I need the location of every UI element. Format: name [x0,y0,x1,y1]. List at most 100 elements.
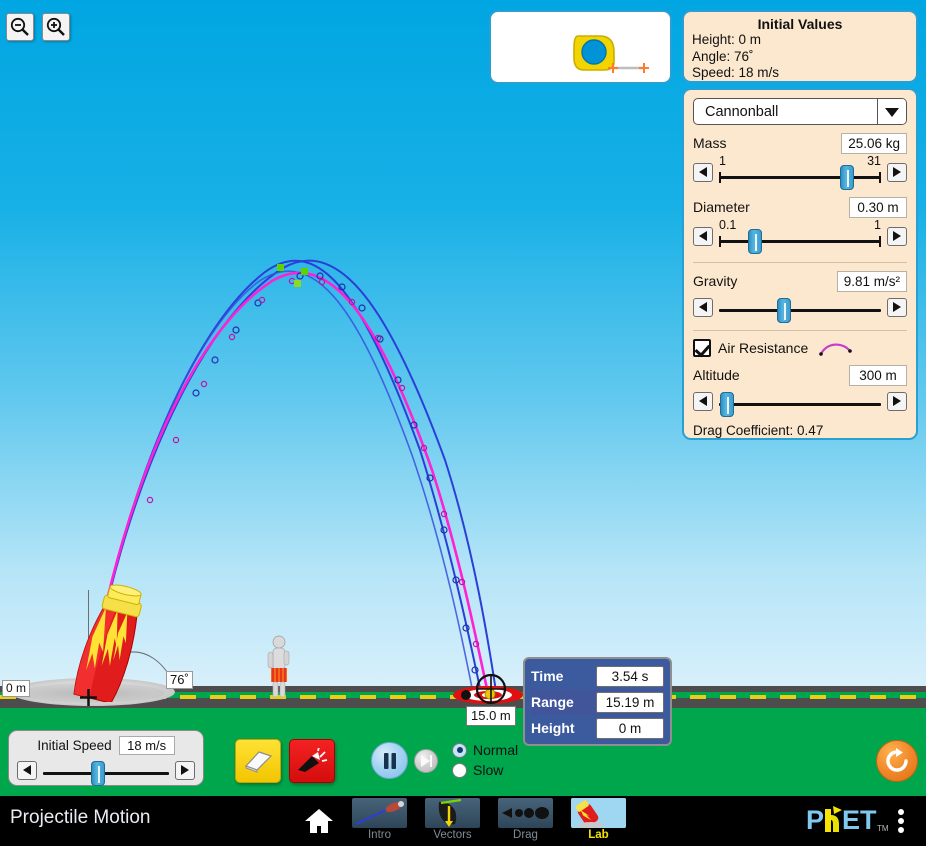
mass-slider[interactable]: 1 31 [719,155,881,189]
tab-drag[interactable]: Drag [498,798,553,842]
pause-icon [382,752,398,770]
zoom-in-icon [46,17,66,37]
mass-row: Mass 25.06 kg [693,133,907,153]
initial-values-title: Initial Values [692,16,908,32]
altitude-row: Altitude 300 m [693,365,907,385]
air-resistance-checkbox[interactable] [693,339,711,357]
zoom-controls [6,13,70,41]
altitude-slider[interactable] [719,387,881,415]
phet-menu-button[interactable] [898,806,906,836]
initial-angle-row: Angle: 76˚ [692,49,908,66]
initial-speed-slider[interactable] [43,756,169,784]
cannon[interactable] [50,576,170,702]
fire-cannon-button[interactable] [289,739,335,783]
drag-thumb-icon [498,798,553,828]
altitude-slider-thumb[interactable] [720,392,734,417]
initial-speed-slider-row [17,756,195,784]
altitude-slider-row [693,387,907,415]
air-resistance-checkbox-row[interactable]: Air Resistance [693,339,907,357]
diameter-increment-button[interactable] [887,227,907,246]
mass-decrement-button[interactable] [693,163,713,182]
svg-text:TM: TM [877,824,889,833]
svg-text:E: E [842,805,860,835]
cannon-origin-crosshair[interactable] [80,689,97,706]
diameter-tick-left [719,236,721,247]
diameter-max-tick: 1 [874,218,881,232]
kebab-dot-1 [898,809,904,815]
step-forward-button[interactable] [414,749,438,773]
altitude-track [719,403,881,406]
cannon-fire-icon [296,748,328,774]
mass-tick-right [879,172,881,183]
readout-row-time: Time 3.54 s [531,663,664,689]
intro-thumb-icon [352,798,407,828]
diameter-track [719,240,881,243]
mass-tick-labels: 1 31 [719,154,881,168]
tab-drag-thumbnail [498,798,553,828]
reset-all-button[interactable] [876,740,918,782]
projectile-type-select[interactable]: Cannonball [693,98,907,125]
initial-values-panel: Initial Values Height: 0 m Angle: 76˚ Sp… [682,10,918,83]
zoom-out-button[interactable] [6,13,34,41]
page-title: Projectile Motion [10,807,150,829]
time-speed-slow-label: Slow [473,762,503,778]
tab-lab[interactable]: Lab [571,798,626,842]
measuring-tape-icon[interactable] [570,30,660,74]
diameter-slider[interactable]: 0.1 1 [719,219,881,253]
initial-speed-slider-thumb[interactable] [91,761,105,786]
readout-key-range: Range [531,694,574,710]
initial-speed-decrement-button[interactable] [17,761,37,780]
time-speed-normal-option[interactable]: Normal [452,740,518,760]
diameter-slider-row: 0.1 1 [693,219,907,253]
gravity-label: Gravity [693,273,737,289]
kebab-dot-2 [898,818,904,824]
chevron-down-icon [877,99,906,124]
gravity-track [719,309,881,312]
phet-logo[interactable]: P E T TM [806,804,890,838]
altitude-decrement-button[interactable] [693,392,713,411]
gravity-decrement-button[interactable] [693,298,713,317]
tab-drag-label: Drag [498,828,553,842]
readout-row-range: Range 15.19 m [531,689,664,715]
drag-coefficient-label: Drag Coefficient: 0.47 [693,423,907,438]
initial-speed-increment-button[interactable] [175,761,195,780]
mass-slider-thumb[interactable] [840,165,854,190]
gravity-row: Gravity 9.81 m/s² [693,271,907,291]
gravity-slider-row [693,293,907,321]
tab-lab-label: Lab [571,828,626,842]
measurement-readout-panel: Time 3.54 s Range 15.19 m Height 0 m [523,657,672,746]
eraser-button[interactable] [235,739,281,783]
projectile-type-value: Cannonball [694,99,877,124]
diameter-slider-thumb[interactable] [748,229,762,254]
radio-slow[interactable] [452,763,467,778]
tab-intro-label: Intro [352,828,407,842]
diameter-decrement-button[interactable] [693,227,713,246]
radio-normal[interactable] [452,743,467,758]
readout-value-height: 0 m [596,718,664,739]
gravity-slider-thumb[interactable] [777,298,791,323]
gravity-slider[interactable] [719,293,881,321]
drag-trajectory-icon [819,340,853,356]
readout-value-time: 3.54 s [596,666,664,687]
initial-speed-label: Initial Speed [37,738,111,753]
diameter-tick-labels: 0.1 1 [719,218,881,232]
zoom-in-button[interactable] [42,13,70,41]
tab-intro-thumbnail [352,798,407,828]
initial-height-row: Height: 0 m [692,32,908,49]
time-speed-slow-option[interactable]: Slow [452,760,518,780]
target-crosshair[interactable] [474,672,508,706]
gravity-increment-button[interactable] [887,298,907,317]
simulation-root: 0 m 76˚ 15.0 m [0,0,926,846]
mass-tick-left [719,172,721,183]
origin-label: 0 m [2,680,30,697]
tab-vectors[interactable]: Vectors [425,798,480,842]
tab-intro[interactable]: Intro [352,798,407,842]
altitude-increment-button[interactable] [887,392,907,411]
readout-value-range: 15.19 m [596,692,664,713]
mass-increment-button[interactable] [887,163,907,182]
pause-button[interactable] [371,742,408,779]
home-button[interactable] [303,805,335,837]
diameter-label: Diameter [693,199,750,215]
initial-speed-panel: Initial Speed 18 m/s [8,730,204,786]
readout-key-time: Time [531,668,563,684]
